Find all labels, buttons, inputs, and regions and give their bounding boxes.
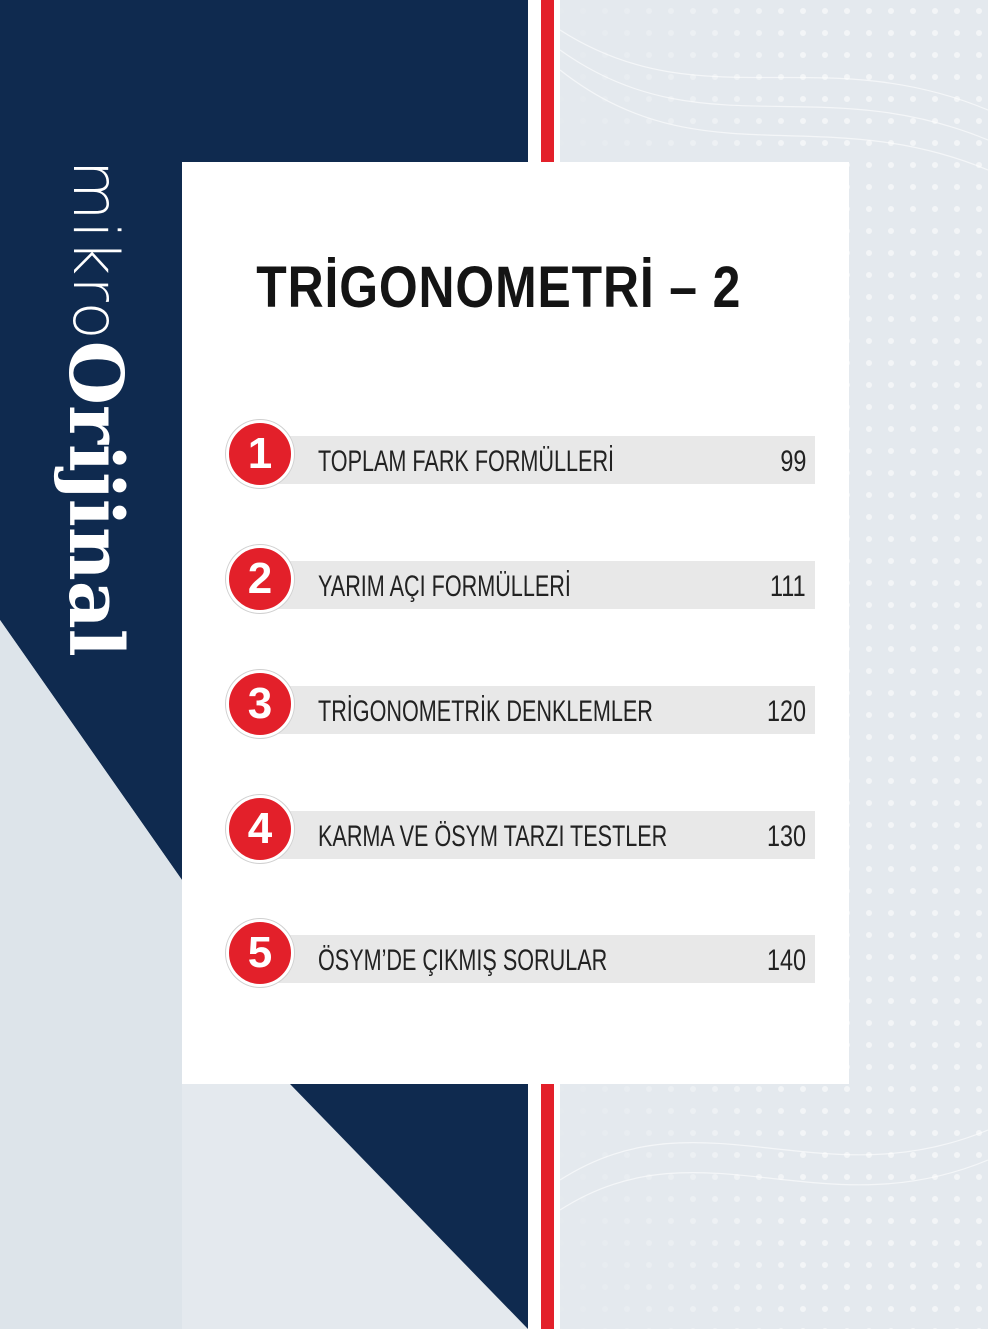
toc-item[interactable]: 1 TOPLAM FARK FORMÜLLERİ 99: [226, 420, 816, 492]
brand-wordmark: mikroOrijinal: [52, 160, 138, 657]
toc-item[interactable]: 5 ÖSYM’DE ÇIKMIŞ SORULAR 140: [226, 919, 816, 991]
toc-label: TOPLAM FARK FORMÜLLERİ: [318, 445, 615, 478]
toc-item[interactable]: 4 KARMA VE ÖSYM TARZI TESTLER 130: [226, 795, 816, 867]
toc-page-number: 130: [766, 820, 806, 853]
toc-number-badge: 3: [226, 670, 294, 738]
brand-orijinal: Orijinal: [52, 340, 138, 657]
toc-page-number: 99: [779, 445, 806, 478]
toc-label: TRİGONOMETRİK DENKLEMLER: [318, 695, 653, 728]
toc-item[interactable]: 3 TRİGONOMETRİK DENKLEMLER 120: [226, 670, 816, 742]
brand-logo: mikroOrijinal: [52, 160, 168, 680]
toc-label: KARMA VE ÖSYM TARZI TESTLER: [318, 820, 668, 853]
toc-label: YARIM AÇI FORMÜLLERİ: [318, 570, 571, 603]
toc-page-number: 140: [766, 944, 806, 977]
page-title: TRİGONOMETRİ – 2: [256, 255, 742, 320]
toc-number-badge: 4: [226, 795, 294, 863]
toc-page-number: 111: [770, 570, 806, 603]
toc-item[interactable]: 2 YARIM AÇI FORMÜLLERİ 111: [226, 545, 816, 617]
toc-label: ÖSYM’DE ÇIKMIŞ SORULAR: [318, 944, 608, 977]
toc-page-number: 120: [766, 695, 806, 728]
toc-number-badge: 1: [226, 420, 294, 488]
toc-number-badge: 5: [226, 919, 294, 987]
toc-number-badge: 2: [226, 545, 294, 613]
